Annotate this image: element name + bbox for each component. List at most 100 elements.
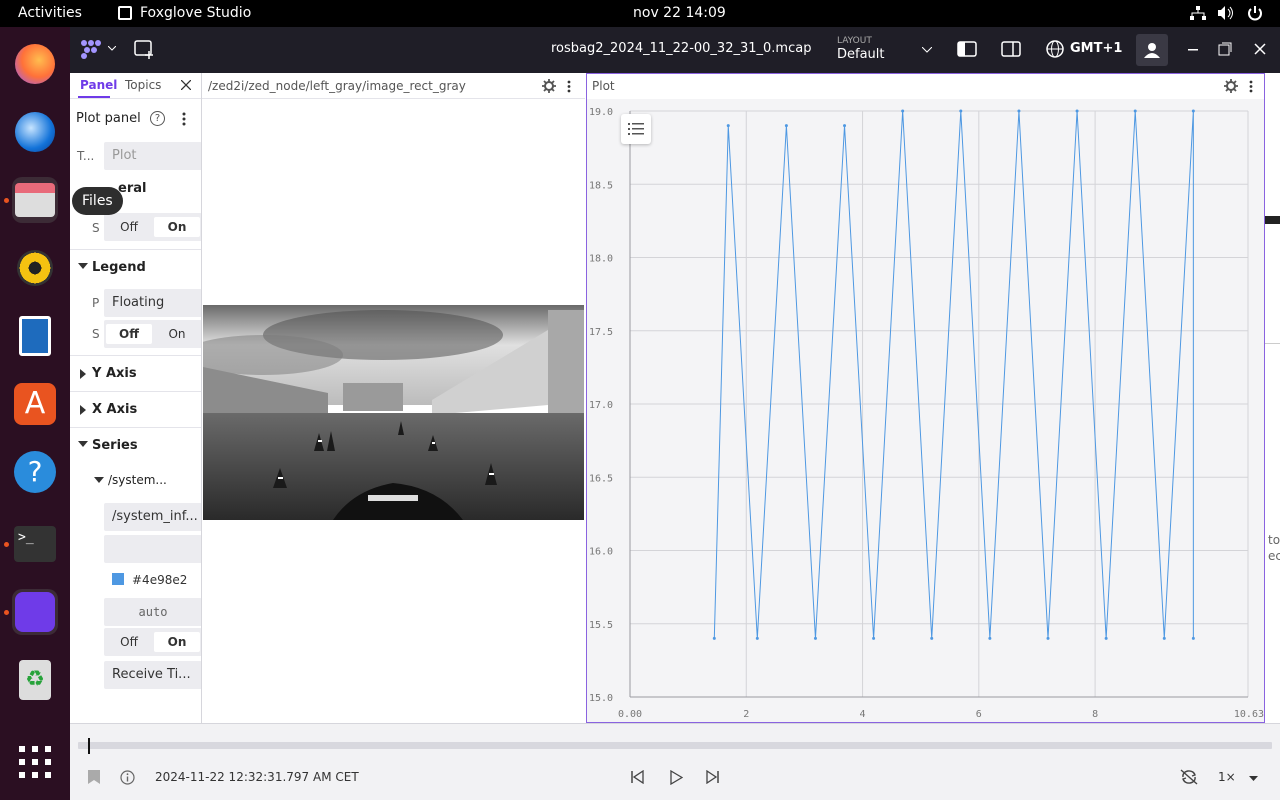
dock: A ? >_ ♻	[0, 27, 70, 800]
legend-show-toggle[interactable]: Off On	[104, 320, 201, 348]
settings-gear-icon[interactable]	[542, 79, 556, 93]
data-point	[712, 636, 716, 640]
plot-chart[interactable]: 15.0 15.5 16.0 16.5 17.0 17.5 18.0 18.5 19.0 0.00…	[587, 99, 1264, 722]
legend-position-select[interactable]: Floating	[104, 289, 201, 317]
data-point	[784, 124, 788, 128]
y-tick-label: 16.5	[589, 473, 613, 484]
files-icon[interactable]	[12, 177, 58, 223]
series-section[interactable]: Series	[70, 427, 201, 463]
legend-section[interactable]: Legend	[70, 249, 201, 285]
series-item-name[interactable]: /system...	[108, 473, 167, 487]
plot-panel-title: Plot	[592, 79, 615, 93]
close-icon[interactable]	[181, 80, 191, 90]
tab-panel[interactable]: Panel	[80, 78, 117, 92]
app-center-icon[interactable]: A	[12, 381, 58, 427]
clipped-graphic	[1265, 216, 1280, 224]
data-point	[1104, 636, 1108, 640]
title-input[interactable]: Plot	[104, 142, 201, 170]
foxglove-icon[interactable]	[12, 589, 58, 635]
x-tick-label: 8	[1092, 709, 1098, 720]
writer-icon[interactable]	[12, 313, 58, 359]
activities-button[interactable]: Activities	[18, 5, 82, 21]
series-label-input[interactable]	[104, 535, 201, 563]
timeline-scrubber[interactable]	[78, 742, 1272, 749]
loop-off-icon[interactable]	[1180, 769, 1198, 785]
title-label: T...	[77, 149, 95, 163]
y-axis-section[interactable]: Y Axis	[70, 355, 201, 391]
thunderbird-icon[interactable]	[12, 109, 58, 155]
image-panel: /zed2i/zed_node/left_gray/image_rect_gra…	[202, 73, 585, 723]
terminal-icon[interactable]: >_	[12, 521, 58, 567]
x-tick-label: 0.00	[618, 709, 642, 720]
data-point	[1191, 109, 1195, 113]
globe-icon[interactable]	[1046, 40, 1064, 58]
panel-settings-sidebar: Panel Topics Plot panel ? T... Plot eral…	[70, 73, 202, 723]
close-window-icon[interactable]	[1254, 43, 1266, 55]
timestamp-method-select[interactable]: Receive Ti...	[104, 661, 201, 689]
clipped-text-2: ec	[1268, 549, 1280, 563]
data-point	[959, 109, 963, 113]
x-axis-section[interactable]: X Axis	[70, 391, 201, 427]
legend-toggle-button[interactable]	[621, 114, 651, 144]
series-expand-icon[interactable]	[94, 477, 104, 483]
rhythmbox-icon[interactable]	[12, 245, 58, 291]
playback-bar: 2024-11-22 12:32:31.797 AM CET 1×	[70, 723, 1280, 800]
more-vertical-icon[interactable]	[567, 80, 571, 93]
divider	[1265, 343, 1280, 344]
bookmark-icon[interactable]	[88, 770, 100, 784]
plot-panel-toolbar: Plot	[587, 74, 1264, 99]
line-width-input[interactable]: auto	[104, 598, 201, 626]
user-avatar[interactable]	[1136, 34, 1168, 66]
minimize-icon[interactable]	[1188, 49, 1198, 51]
data-point	[813, 636, 817, 640]
current-timestamp[interactable]: 2024-11-22 12:32:31.797 AM CET	[155, 770, 359, 784]
help-icon[interactable]: ?	[12, 449, 58, 495]
image-topic-select[interactable]: /zed2i/zed_node/left_gray/image_rect_gra…	[208, 79, 466, 93]
user-icon	[1144, 43, 1160, 58]
left-sidebar-toggle-icon[interactable]	[957, 41, 977, 57]
chevron-down-icon[interactable]	[108, 46, 116, 52]
more-vertical-icon[interactable]	[182, 112, 186, 126]
speed-chevron-icon[interactable]	[1249, 776, 1258, 781]
trash-icon[interactable]: ♻	[12, 657, 58, 703]
add-panel-icon[interactable]	[134, 39, 156, 59]
settings-gear-icon[interactable]	[1224, 79, 1238, 93]
series-show-lines-toggle[interactable]: Off On	[104, 628, 201, 656]
system-top-bar: Activities Foxglove Studio nov 22 14:09	[0, 0, 1280, 27]
skip-forward-icon[interactable]	[706, 770, 720, 784]
volume-icon[interactable]	[1218, 6, 1234, 20]
playhead[interactable]	[88, 738, 90, 754]
help-icon[interactable]: ?	[150, 111, 165, 126]
right-sidebar-toggle-icon[interactable]	[1001, 41, 1021, 57]
sidebar-tabs: Panel Topics	[70, 73, 201, 99]
firefox-icon[interactable]	[12, 41, 58, 87]
data-point	[1133, 109, 1137, 113]
series-path-input[interactable]: /system_inf...	[104, 503, 201, 531]
foxglove-logo-icon[interactable]	[80, 39, 102, 59]
camera-image[interactable]	[203, 305, 584, 520]
series-color-value[interactable]: #4e98e2	[132, 573, 187, 587]
data-point	[1162, 636, 1166, 640]
power-icon[interactable]	[1247, 5, 1263, 21]
sync-toggle[interactable]: Off On	[104, 213, 201, 241]
clipped-text-1: to	[1268, 533, 1280, 547]
more-vertical-icon[interactable]	[1249, 80, 1253, 93]
skip-back-icon[interactable]	[630, 770, 644, 784]
play-icon[interactable]	[670, 770, 683, 785]
x-tick-label: 10.63	[1234, 709, 1264, 720]
timezone-button[interactable]: GMT+1	[1070, 41, 1122, 56]
layout-chevron-icon[interactable]	[922, 47, 932, 53]
panel-title: Plot panel	[76, 111, 141, 126]
network-icon[interactable]	[1190, 6, 1206, 20]
y-tick-label: 15.5	[589, 620, 613, 631]
data-point	[1075, 109, 1079, 113]
info-icon[interactable]	[120, 770, 135, 785]
app-menu[interactable]: Foxglove Studio	[140, 5, 251, 21]
color-swatch[interactable]	[112, 573, 124, 585]
tab-topics[interactable]: Topics	[125, 78, 161, 92]
playback-speed[interactable]: 1×	[1218, 770, 1236, 784]
layout-value[interactable]: Default	[837, 47, 885, 62]
maximize-icon[interactable]	[1218, 42, 1232, 56]
app-grid-icon[interactable]	[12, 739, 58, 785]
clock[interactable]: nov 22 14:09	[633, 5, 726, 21]
